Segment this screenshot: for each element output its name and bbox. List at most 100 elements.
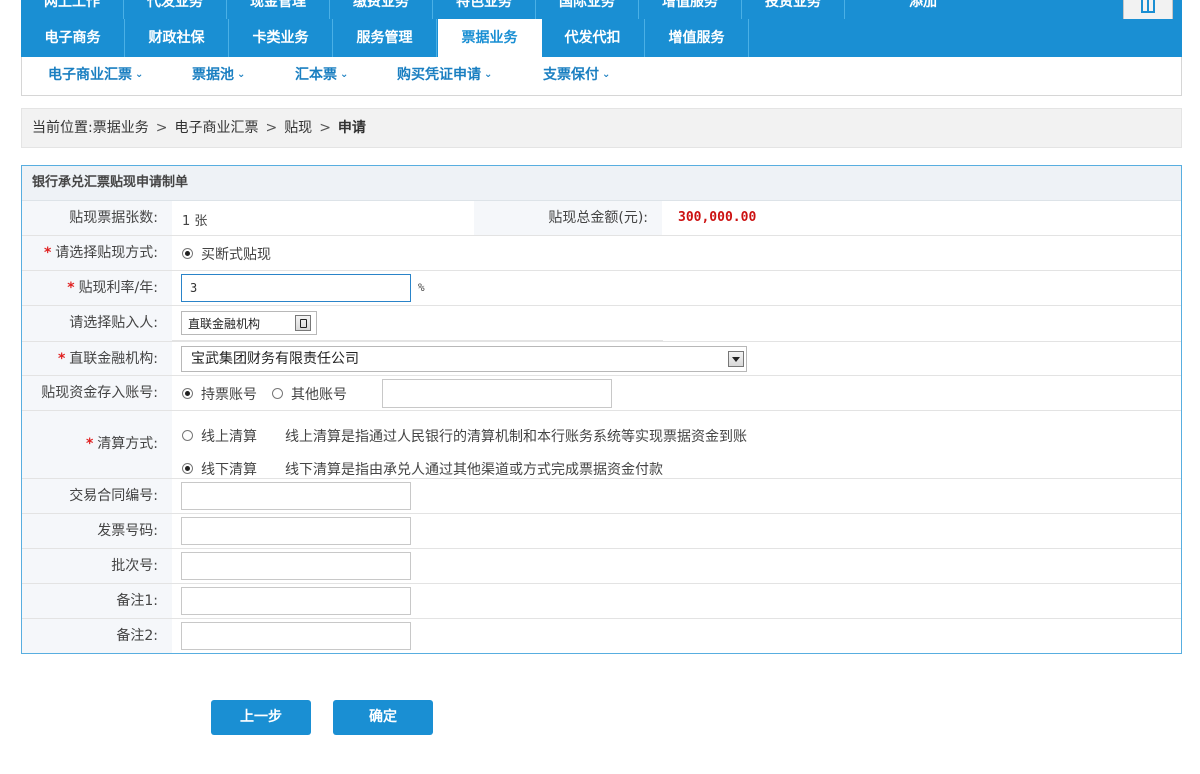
account-radio-holder[interactable] bbox=[182, 388, 193, 399]
mode-label: * 请选择贴现方式: bbox=[22, 236, 172, 270]
clearing-radio-online[interactable] bbox=[182, 430, 193, 441]
breadcrumb-separator: > bbox=[265, 120, 278, 136]
form-row-count: 贴现票据张数: 1 张 贴现总金额(元): 300,000.00 bbox=[22, 201, 1181, 236]
required-mark: * bbox=[57, 351, 66, 367]
note1-label: 备注1: bbox=[22, 584, 172, 618]
form-row-batch: 批次号: bbox=[22, 549, 1181, 584]
top-nav-tab[interactable]: 缴费业务 bbox=[330, 0, 433, 19]
picker-icon[interactable] bbox=[295, 315, 311, 331]
form-row-contract: 交易合同编号: bbox=[22, 479, 1181, 514]
sub-nav-item[interactable]: 票据池 ⌄ bbox=[192, 57, 245, 95]
chevron-down-icon: ⌄ bbox=[602, 69, 611, 80]
top-nav-tab[interactable]: 国际业务 bbox=[536, 0, 639, 19]
count-value: 1 张 bbox=[182, 214, 208, 229]
breadcrumb-item[interactable]: 电子商业汇票 bbox=[174, 120, 258, 136]
institution-label: * 直联金融机构: bbox=[22, 342, 172, 375]
confirm-button[interactable]: 确定 bbox=[333, 700, 433, 735]
clearing-radio-offline[interactable] bbox=[182, 463, 193, 474]
breadcrumb-prefix: 当前位置: bbox=[32, 120, 93, 136]
account-option-other: 其他账号 bbox=[291, 387, 347, 403]
sub-nav-item[interactable]: 支票保付 ⌄ bbox=[543, 57, 610, 95]
total-amount-label: 贴现总金额(元): bbox=[474, 201, 662, 235]
form-row-note1: 备注1: bbox=[22, 584, 1181, 619]
mode-radio-buyout[interactable] bbox=[182, 248, 193, 259]
chevron-down-icon: ⌄ bbox=[340, 69, 349, 80]
apps-menu-button[interactable] bbox=[1123, 0, 1173, 21]
top-nav-tab[interactable]: 投资业务 bbox=[742, 0, 845, 19]
top-nav-tab[interactable]: 代发业务 bbox=[124, 0, 227, 19]
main-nav: 电子商务 财政社保 卡类业务 服务管理 票据业务 代发代扣 增值服务 bbox=[21, 19, 1182, 57]
sub-nav-item[interactable]: 电子商业汇票 ⌄ bbox=[48, 57, 143, 95]
form-row-clearing: * 清算方式: 线上清算 线上清算是指通过人民银行的清算机制和本行账务系统等实现票… bbox=[22, 411, 1181, 479]
mode-option-label: 买断式贴现 bbox=[201, 247, 271, 263]
sub-nav-item[interactable]: 购买凭证申请 ⌄ bbox=[397, 57, 492, 95]
top-nav-row: 网上工作 代发业务 现金管理 缴费业务 特色业务 国际业务 增值服务 投资业务 … bbox=[21, 0, 1182, 19]
clearing-desc-offline: 线下清算是指由承兑人通过其他渠道或方式完成票据资金付款 bbox=[285, 462, 663, 478]
contract-label: 交易合同编号: bbox=[22, 479, 172, 513]
form-row-payee: 请选择贴入人: 直联金融机构 bbox=[22, 306, 1181, 341]
main-nav-tab[interactable]: 增值服务 bbox=[645, 19, 749, 57]
breadcrumb-item[interactable]: 贴现 bbox=[284, 120, 312, 136]
rate-unit: % bbox=[418, 281, 425, 294]
main-nav-tab-active[interactable]: 票据业务 bbox=[438, 19, 542, 57]
form-row-rate: * 贴现利率/年: 3 % bbox=[22, 271, 1181, 306]
required-mark: * bbox=[43, 245, 52, 261]
breadcrumb-current: 申请 bbox=[337, 120, 366, 136]
account-label: 贴现资金存入账号: bbox=[22, 376, 172, 410]
main-nav-tab[interactable]: 卡类业务 bbox=[229, 19, 333, 57]
payee-select[interactable]: 直联金融机构 bbox=[181, 311, 317, 335]
batch-label: 批次号: bbox=[22, 549, 172, 583]
form-row-note2: 备注2: bbox=[22, 619, 1181, 653]
main-nav-tab[interactable]: 财政社保 bbox=[125, 19, 229, 57]
note1-input[interactable] bbox=[181, 587, 411, 615]
institution-select[interactable]: 宝武集团财务有限责任公司 bbox=[181, 346, 747, 372]
top-nav-add[interactable]: 添加 bbox=[853, 0, 993, 19]
contract-input[interactable] bbox=[181, 482, 411, 510]
prev-step-button[interactable]: 上一步 bbox=[211, 700, 311, 735]
payee-value: 直联金融机构 bbox=[188, 317, 261, 331]
main-nav-tab[interactable]: 代发代扣 bbox=[541, 19, 645, 57]
chevron-down-icon[interactable] bbox=[728, 351, 744, 367]
clearing-label: * 清算方式: bbox=[22, 411, 172, 478]
form-row-account: 贴现资金存入账号: 持票账号 其他账号 bbox=[22, 376, 1181, 411]
other-account-input[interactable] bbox=[382, 379, 612, 408]
account-radio-other[interactable] bbox=[272, 388, 283, 399]
breadcrumb: 当前位置:票据业务 > 电子商业汇票 > 贴现 > 申请 bbox=[21, 108, 1182, 148]
main-nav-tab[interactable]: 电子商务 bbox=[21, 19, 125, 57]
form-row-invoice: 发票号码: bbox=[22, 514, 1181, 549]
note2-input[interactable] bbox=[181, 622, 411, 650]
breadcrumb-separator: > bbox=[319, 120, 331, 136]
rate-label: * 贴现利率/年: bbox=[22, 271, 172, 305]
chevron-down-icon: ⌄ bbox=[484, 69, 493, 80]
account-option-holder: 持票账号 bbox=[201, 387, 257, 403]
discount-application-form: 银行承兑汇票贴现申请制单 贴现票据张数: 1 张 贴现总金额(元): 300,0… bbox=[21, 165, 1182, 654]
top-nav-tab[interactable]: 特色业务 bbox=[433, 0, 536, 19]
breadcrumb-item[interactable]: 票据业务 bbox=[93, 120, 149, 136]
note2-label: 备注2: bbox=[22, 619, 172, 653]
breadcrumb-separator: > bbox=[155, 120, 168, 136]
form-title: 银行承兑汇票贴现申请制单 bbox=[22, 166, 1181, 201]
batch-input[interactable] bbox=[181, 552, 411, 580]
required-mark: * bbox=[85, 436, 94, 452]
total-amount-value: 300,000.00 bbox=[678, 210, 757, 225]
rate-input[interactable]: 3 bbox=[181, 274, 411, 302]
invoice-input[interactable] bbox=[181, 517, 411, 545]
institution-value: 宝武集团财务有限责任公司 bbox=[191, 351, 359, 367]
clearing-option-offline: 线下清算 bbox=[201, 462, 257, 478]
clearing-desc-online: 线上清算是指通过人民银行的清算机制和本行账务系统等实现票据资金到账 bbox=[285, 429, 747, 445]
top-nav-tab[interactable]: 现金管理 bbox=[227, 0, 330, 19]
grid-icon bbox=[1141, 0, 1155, 13]
count-label: 贴现票据张数: bbox=[22, 201, 172, 235]
payee-label: 请选择贴入人: bbox=[22, 306, 172, 341]
chevron-down-icon: ⌄ bbox=[237, 69, 246, 80]
main-nav-tab[interactable]: 服务管理 bbox=[333, 19, 437, 57]
required-mark: * bbox=[67, 280, 75, 296]
top-nav-tab[interactable]: 网上工作 bbox=[21, 0, 124, 19]
sub-nav-item[interactable]: 汇本票 ⌄ bbox=[295, 57, 348, 95]
sub-nav: 电子商业汇票 ⌄ 票据池 ⌄ 汇本票 ⌄ 购买凭证申请 ⌄ 支票保付 ⌄ bbox=[21, 57, 1182, 96]
form-row-mode: * 请选择贴现方式: 买断式贴现 bbox=[22, 236, 1181, 271]
top-nav-tab[interactable]: 增值服务 bbox=[639, 0, 742, 19]
chevron-down-icon: ⌄ bbox=[135, 69, 144, 80]
form-row-institution: * 直联金融机构: 宝武集团财务有限责任公司 bbox=[22, 341, 1181, 376]
invoice-label: 发票号码: bbox=[22, 514, 172, 548]
